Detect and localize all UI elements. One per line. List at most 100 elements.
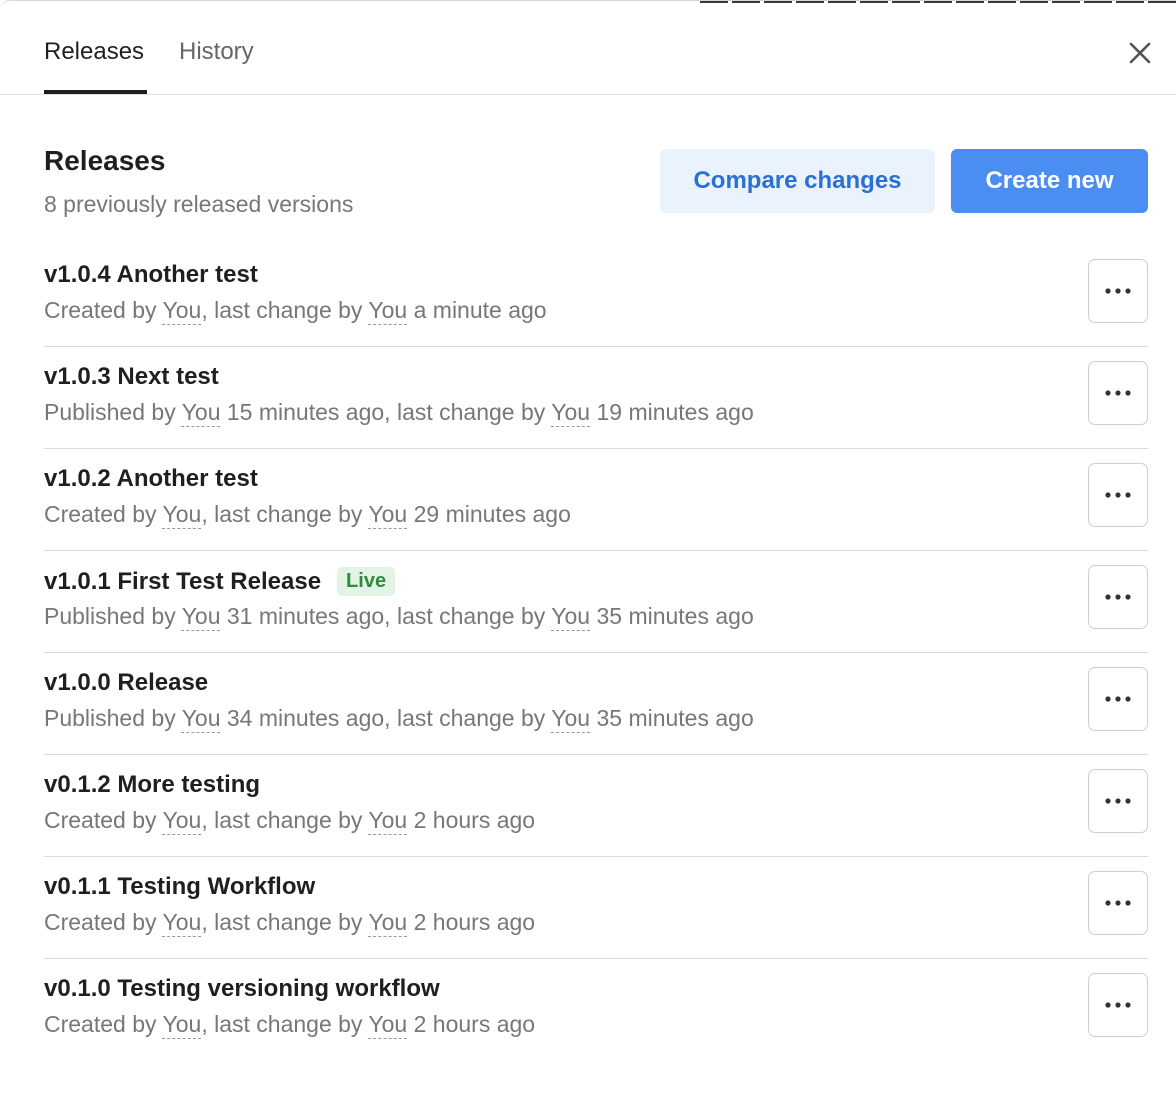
last-change-label: last change by xyxy=(396,399,546,425)
release-action: Created by xyxy=(44,501,157,527)
more-horizontal-icon xyxy=(1105,1002,1131,1008)
active-tab-indicator xyxy=(44,90,147,94)
release-more-button[interactable] xyxy=(1088,463,1148,527)
release-more-button[interactable] xyxy=(1088,259,1148,323)
release-title: v0.1.0 Testing versioning workflow xyxy=(44,975,440,1002)
release-title-line: v1.0.3 Next test xyxy=(44,363,219,391)
release-title-line: v0.1.2 More testing xyxy=(44,771,260,799)
release-action: Created by xyxy=(44,807,157,833)
creator-link[interactable]: You xyxy=(163,909,202,935)
release-meta: Created by You, last change by You 2 hou… xyxy=(44,1011,536,1037)
release-title-line: v1.0.0 Release xyxy=(44,669,208,697)
close-icon[interactable] xyxy=(1126,39,1154,67)
release-meta: Published by You 34 minutes ago, last ch… xyxy=(44,705,754,731)
release-more-button[interactable] xyxy=(1088,565,1148,629)
releases-dialog: Releases History Releases 8 previously r… xyxy=(0,0,1176,1094)
tab-releases[interactable]: Releases xyxy=(44,37,144,67)
release-row[interactable]: v1.0.2 Another test Created by You, last … xyxy=(44,449,1148,551)
creator-link[interactable]: You xyxy=(182,399,221,425)
more-horizontal-icon xyxy=(1105,594,1131,600)
tab-history[interactable]: History xyxy=(179,37,254,67)
last-change-time: 2 hours ago xyxy=(413,909,536,935)
published-time: 31 minutes ago xyxy=(226,603,385,629)
last-changer-link[interactable]: You xyxy=(368,1011,407,1037)
page-title: Releases xyxy=(44,145,166,176)
release-title: v1.0.1 First Test Release xyxy=(44,567,322,595)
compare-changes-button[interactable]: Compare changes xyxy=(660,149,935,213)
release-action: Created by xyxy=(44,909,157,935)
create-new-button[interactable]: Create new xyxy=(951,149,1148,213)
release-meta: Created by You, last change by You a min… xyxy=(44,297,547,323)
last-changer-link[interactable]: You xyxy=(551,399,590,425)
last-change-label: last change by xyxy=(214,1011,363,1037)
creator-link[interactable]: You xyxy=(182,603,221,629)
release-title: v1.0.3 Next test xyxy=(44,363,219,390)
release-action: Published by xyxy=(44,705,176,731)
last-change-time: 35 minutes ago xyxy=(596,603,754,629)
release-row[interactable]: v1.0.4 Another test Created by You, last … xyxy=(44,245,1148,347)
tab-bar: Releases History xyxy=(0,1,1176,95)
release-row[interactable]: v0.1.1 Testing Workflow Created by You, l… xyxy=(44,857,1148,959)
published-time: 15 minutes ago xyxy=(226,399,385,425)
release-row[interactable]: v0.1.0 Testing versioning workflow Create… xyxy=(44,959,1148,1061)
release-list: v1.0.4 Another test Created by You, last … xyxy=(44,245,1148,1061)
release-more-button[interactable] xyxy=(1088,871,1148,935)
more-horizontal-icon xyxy=(1105,798,1131,804)
last-change-time: 29 minutes ago xyxy=(413,501,571,527)
releases-header: Releases 8 previously released versions … xyxy=(0,95,1176,245)
last-change-label: last change by xyxy=(214,909,363,935)
last-change-label: last change by xyxy=(214,501,363,527)
more-horizontal-icon xyxy=(1105,492,1131,498)
release-title-line: v0.1.0 Testing versioning workflow xyxy=(44,975,440,1003)
release-meta: Published by You 15 minutes ago, last ch… xyxy=(44,399,754,425)
release-more-button[interactable] xyxy=(1088,769,1148,833)
release-title: v1.0.2 Another test xyxy=(44,465,258,492)
release-row[interactable]: v1.0.0 Release Published by You 34 minute… xyxy=(44,653,1148,755)
more-horizontal-icon xyxy=(1105,900,1131,906)
release-title-line: v1.0.1 First Test Release Live xyxy=(44,567,396,596)
last-changer-link[interactable]: You xyxy=(551,603,590,629)
last-change-label: last change by xyxy=(214,807,363,833)
release-title-line: v1.0.4 Another test xyxy=(44,261,258,289)
last-changer-link[interactable]: You xyxy=(551,705,590,731)
release-title-line: v1.0.2 Another test xyxy=(44,465,258,493)
more-horizontal-icon xyxy=(1105,288,1131,294)
more-horizontal-icon xyxy=(1105,390,1131,396)
creator-link[interactable]: You xyxy=(163,297,202,323)
more-horizontal-icon xyxy=(1105,696,1131,702)
release-meta: Published by You 31 minutes ago, last ch… xyxy=(44,603,754,629)
last-changer-link[interactable]: You xyxy=(368,297,407,323)
release-meta: Created by You, last change by You 2 hou… xyxy=(44,909,536,935)
release-title: v0.1.1 Testing Workflow xyxy=(44,873,316,900)
release-title: v1.0.4 Another test xyxy=(44,261,258,288)
release-action: Published by xyxy=(44,603,176,629)
last-change-time: 2 hours ago xyxy=(413,1011,536,1037)
creator-link[interactable]: You xyxy=(163,501,202,527)
last-changer-link[interactable]: You xyxy=(368,807,407,833)
release-title-line: v0.1.1 Testing Workflow xyxy=(44,873,315,901)
release-more-button[interactable] xyxy=(1088,361,1148,425)
release-more-button[interactable] xyxy=(1088,973,1148,1037)
release-title: v0.1.2 More testing xyxy=(44,771,261,798)
release-action: Created by xyxy=(44,1011,157,1037)
release-meta: Created by You, last change by You 2 hou… xyxy=(44,807,536,833)
release-more-button[interactable] xyxy=(1088,667,1148,731)
last-change-time: 19 minutes ago xyxy=(596,399,754,425)
release-row[interactable]: v1.0.1 First Test Release Live Published b… xyxy=(44,551,1148,653)
last-changer-link[interactable]: You xyxy=(368,501,407,527)
creator-link[interactable]: You xyxy=(182,705,221,731)
last-change-label: last change by xyxy=(214,297,363,323)
release-action: Published by xyxy=(44,399,176,425)
creator-link[interactable]: You xyxy=(163,807,202,833)
last-changer-link[interactable]: You xyxy=(368,909,407,935)
release-action: Created by xyxy=(44,297,157,323)
release-title: v1.0.0 Release xyxy=(44,669,209,696)
release-row[interactable]: v0.1.2 More testing Created by You, last … xyxy=(44,755,1148,857)
live-status-badge: Live xyxy=(337,567,396,596)
last-change-time: a minute ago xyxy=(413,297,547,323)
release-row[interactable]: v1.0.3 Next test Published by You 15 minu… xyxy=(44,347,1148,449)
last-change-label: last change by xyxy=(396,705,546,731)
release-meta: Created by You, last change by You 29 mi… xyxy=(44,501,571,527)
creator-link[interactable]: You xyxy=(163,1011,202,1037)
last-change-time: 2 hours ago xyxy=(413,807,536,833)
